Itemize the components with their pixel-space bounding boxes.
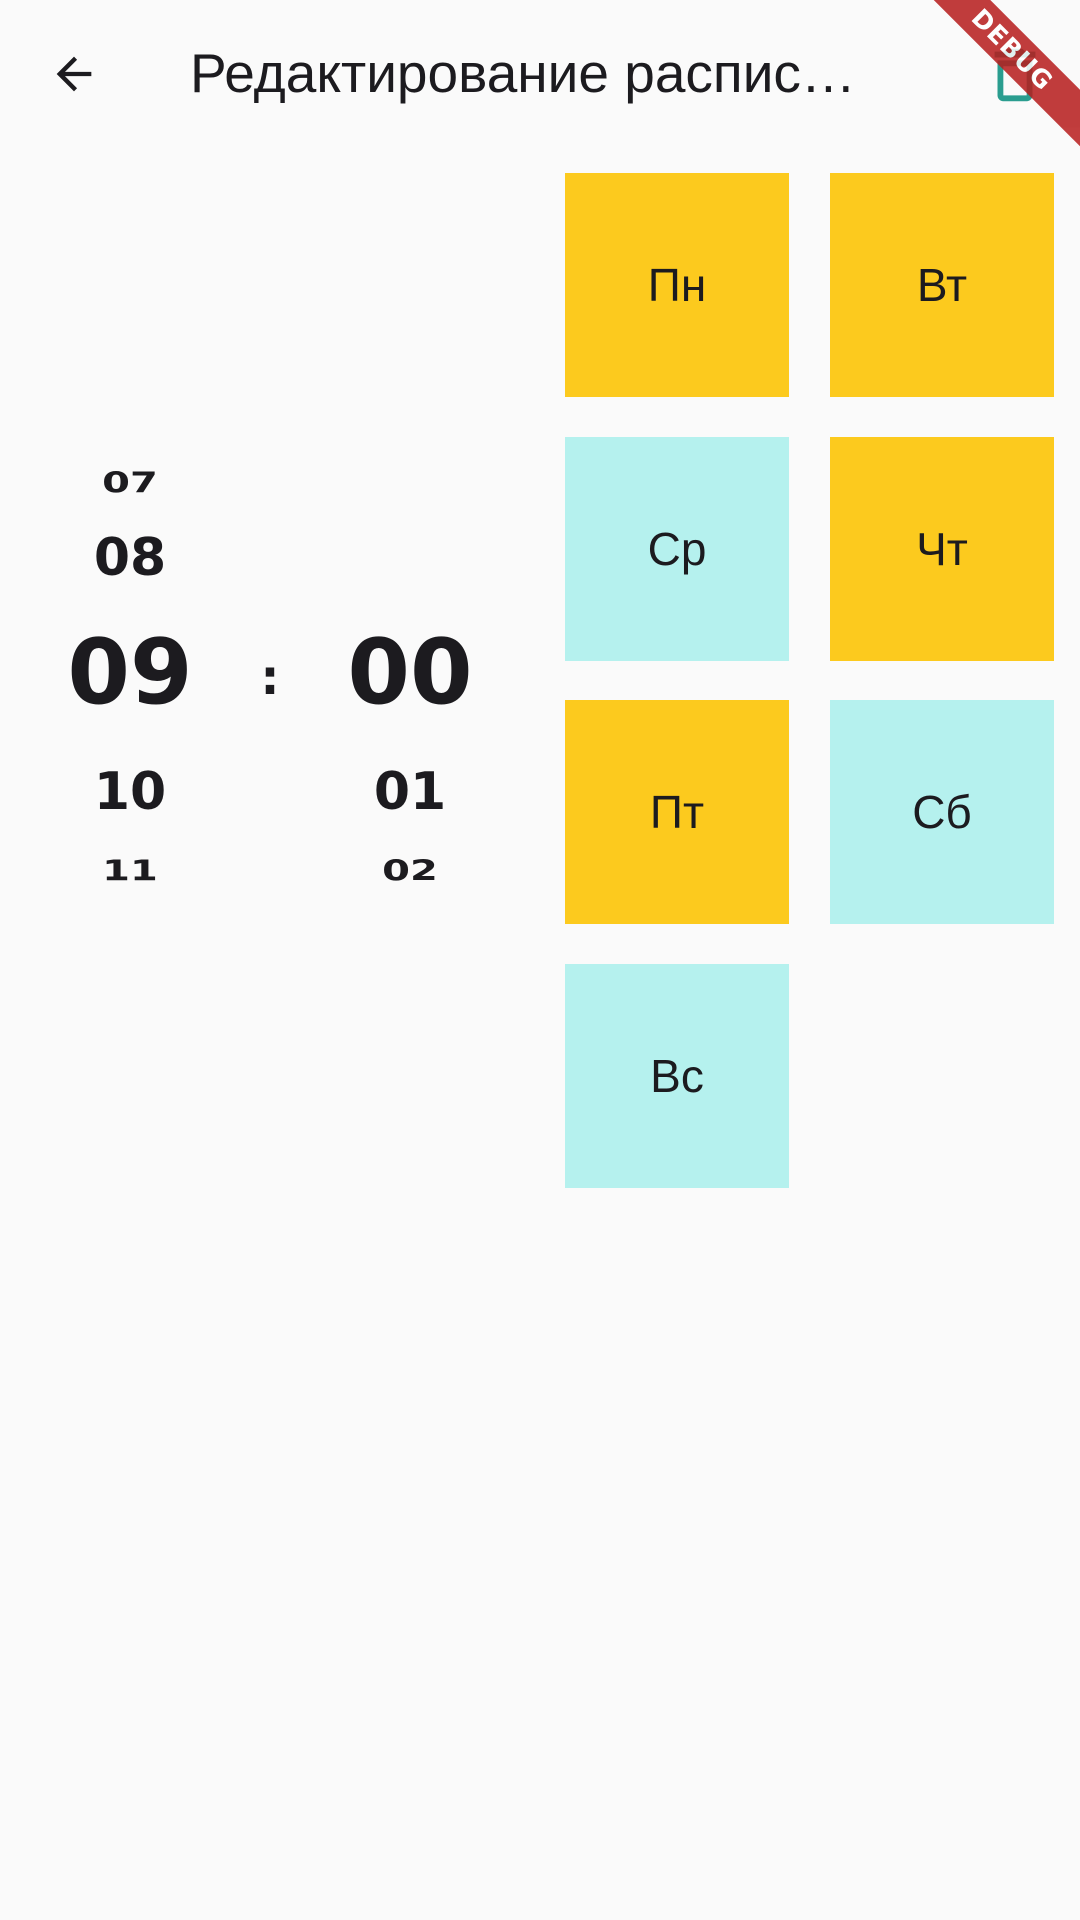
arrow-back-icon xyxy=(56,56,92,92)
hour-option[interactable]: 07 xyxy=(40,466,220,499)
day-toggle-tue[interactable]: Вт xyxy=(830,173,1054,397)
hour-option[interactable]: 10 xyxy=(40,762,220,822)
day-toggle-fri[interactable]: Пт xyxy=(565,700,789,924)
delete-icon xyxy=(994,48,1036,102)
hour-option[interactable]: 11 xyxy=(40,854,220,887)
day-toggle-sat[interactable]: Сб xyxy=(830,700,1054,924)
time-separator: : xyxy=(260,650,280,706)
selected-minute[interactable]: 00 xyxy=(320,620,500,725)
app-bar: Редактирование распис… DEBUG xyxy=(0,0,1080,157)
day-toggle-mon[interactable]: Пн xyxy=(565,173,789,397)
selected-hour[interactable]: 09 xyxy=(40,620,220,725)
delete-button[interactable] xyxy=(980,40,1050,110)
back-button[interactable] xyxy=(29,29,119,119)
minute-option[interactable]: 01 xyxy=(320,762,500,822)
hour-wheel[interactable]: 07 08 09 10 11 xyxy=(40,440,220,910)
day-toggle-sun[interactable]: Вс xyxy=(565,964,789,1188)
page-title: Редактирование распис… xyxy=(190,42,856,104)
hour-option[interactable]: 08 xyxy=(40,528,220,588)
time-picker: 07 08 09 10 11 : 00 01 02 xyxy=(0,440,540,910)
screen: Редактирование распис… DEBUG 07 08 09 10… xyxy=(0,0,1080,1920)
day-toggle-thu[interactable]: Чт xyxy=(830,437,1054,661)
minute-wheel[interactable]: 00 01 02 xyxy=(320,440,500,910)
day-toggle-wed[interactable]: Ср xyxy=(565,437,789,661)
minute-option[interactable]: 02 xyxy=(320,854,500,887)
